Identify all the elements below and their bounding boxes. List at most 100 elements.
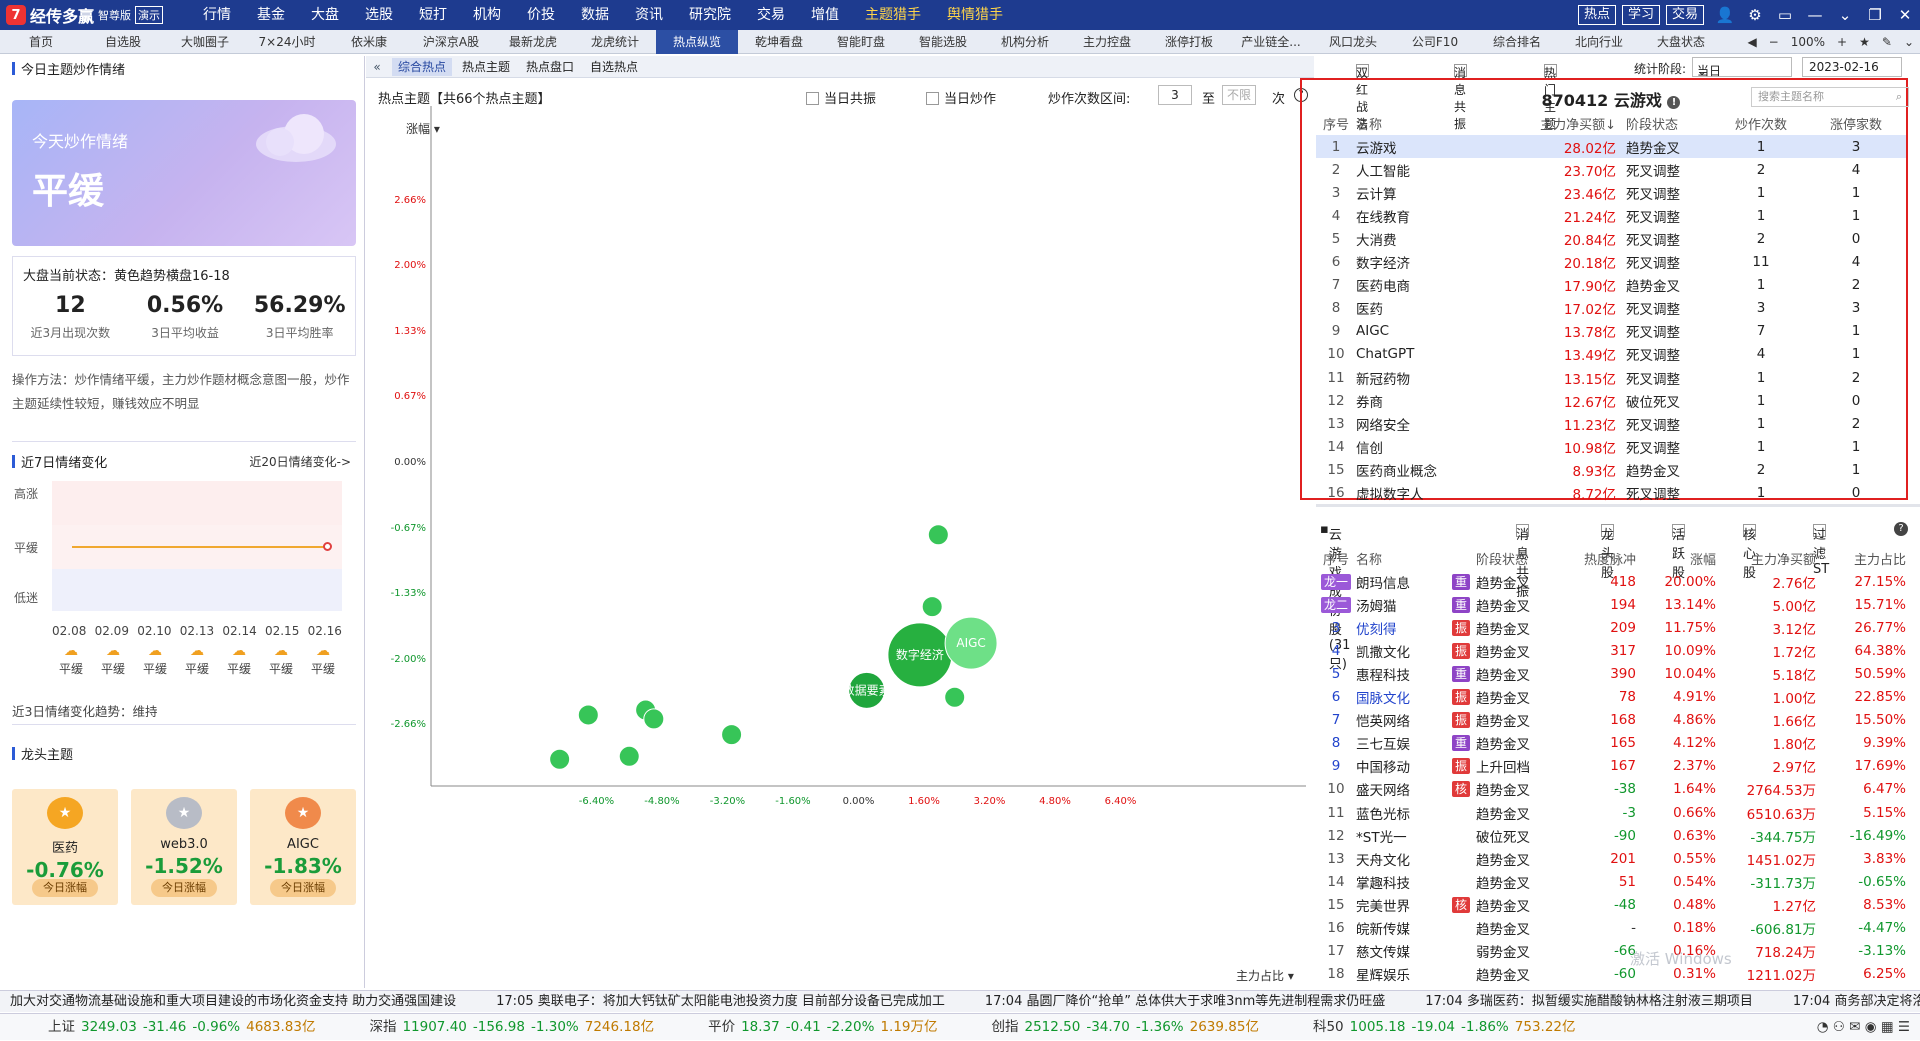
restore-icon[interactable]: ❐: [1860, 6, 1890, 24]
index-item[interactable]: 创指 2512.50 -34.70 -1.36% 2639.85亿: [944, 1014, 1265, 1040]
menu-item[interactable]: 价投: [514, 0, 568, 30]
exchange-button[interactable]: 交易: [1665, 5, 1704, 25]
stock-row[interactable]: 13 天舟文化 趋势金叉 201 0.55% 1451.02万 3.83%: [1316, 847, 1906, 870]
table-row[interactable]: 12 券商 12.67亿 破位死叉 1 0: [1316, 389, 1906, 412]
tab-item[interactable]: 热点纵览: [656, 29, 738, 54]
tab-item[interactable]: 机构分析: [984, 30, 1066, 54]
ticker-item[interactable]: 加大对交通物流基础设施和重大项目建设的市场化资金支持 助力交通强国建设: [10, 994, 456, 1009]
table-row[interactable]: 2 人工智能 23.70亿 死叉调整 2 4: [1316, 158, 1906, 181]
tab-item[interactable]: 智能盯盘: [820, 30, 902, 54]
tab-item[interactable]: 涨停打板: [1148, 30, 1230, 54]
leader-button[interactable]: 今日涨幅: [32, 879, 98, 897]
tab-item[interactable]: 最新龙虎: [492, 30, 574, 54]
ticker-item[interactable]: 17:04 商务部决定将洛克: [1793, 994, 1920, 1009]
tab-item[interactable]: 沪深京A股: [410, 30, 492, 54]
ticker-item[interactable]: 17:04 多瑞医药：拟暂缓实施醋酸钠林格注射液三期项目: [1425, 994, 1753, 1009]
layout-icon[interactable]: ▭: [1770, 6, 1800, 24]
menu-item[interactable]: 舆情猎手: [934, 0, 1016, 30]
leader-button[interactable]: 今日涨幅: [270, 879, 336, 897]
menu-item[interactable]: 基金: [244, 0, 298, 30]
table-row[interactable]: 7 医药电商 17.90亿 趋势金叉 1 2: [1316, 274, 1906, 297]
tab-item[interactable]: 北向行业: [1558, 30, 1640, 54]
minimize-icon[interactable]: —: [1800, 6, 1830, 24]
index-item[interactable]: 科50 1005.18 -19.04 -1.86% 753.22亿: [1265, 1014, 1582, 1040]
zoom-out-icon[interactable]: −: [1763, 35, 1785, 49]
tab-item[interactable]: 自选股: [82, 30, 164, 54]
stock-row[interactable]: 12 *ST光一 破位死叉 -90 0.63% -344.75万 -16.49%: [1316, 824, 1906, 847]
stock-row[interactable]: 7 恺英网络 振趋势金叉 168 4.86% 1.66亿 15.50%: [1316, 709, 1906, 732]
table-row[interactable]: 6 数字经济 20.18亿 死叉调整 11 4: [1316, 251, 1906, 274]
leader-card[interactable]: ★ web3.0 -1.52% 今日涨幅: [131, 789, 237, 905]
table-row[interactable]: 5 大消费 20.84亿 死叉调整 2 0: [1316, 227, 1906, 250]
leader-card[interactable]: ★ AIGC -1.83% 今日涨幅: [250, 789, 356, 905]
menu-item[interactable]: 大盘: [298, 0, 352, 30]
stock-row[interactable]: 4 凯撒文化 振趋势金叉 317 10.09% 1.72亿 64.38%: [1316, 639, 1906, 662]
tab-item[interactable]: 7×24小时: [246, 30, 328, 54]
close-icon[interactable]: ✕: [1890, 6, 1920, 24]
table-row[interactable]: 9 AIGC 13.78亿 死叉调整 7 1: [1316, 320, 1906, 343]
stock-row[interactable]: 6 国脉文化 振趋势金叉 78 4.91% 1.00亿 22.85%: [1316, 686, 1906, 709]
learn-button[interactable]: 学习: [1621, 5, 1660, 25]
table-header-row[interactable]: 序号 名称 阶段状态 热度脉冲 涨幅 主力净买额 主力占比: [1316, 547, 1906, 570]
table-header-row[interactable]: 序号 名称 主力净买额↓ 阶段状态 炒作次数 涨停家数: [1316, 112, 1906, 135]
tab-item[interactable]: 综合排名: [1476, 30, 1558, 54]
menu-item[interactable]: 选股: [352, 0, 406, 30]
menu-item[interactable]: 增值: [798, 0, 852, 30]
menu-item[interactable]: 行情: [190, 0, 244, 30]
table-row[interactable]: 10 ChatGPT 13.49亿 死叉调整 4 1: [1316, 343, 1906, 366]
menu-item[interactable]: 资讯: [622, 0, 676, 30]
settings-icon[interactable]: ⚙: [1740, 6, 1770, 24]
stock-row[interactable]: 18 星辉娱乐 趋势金叉 -60 0.31% 1211.02万 6.25%: [1316, 963, 1906, 986]
table-row[interactable]: 16 虚拟数字人 8.72亿 死叉调整 1 0: [1316, 482, 1906, 505]
tab-item[interactable]: 公司F10: [1394, 30, 1476, 54]
chevron-down-icon[interactable]: ⌄: [1830, 6, 1860, 24]
date-input[interactable]: 2023-02-16: [1802, 57, 1902, 77]
stock-row[interactable]: 龙二 汤姆猫 重趋势金叉 194 13.14% 5.00亿 15.71%: [1316, 593, 1906, 616]
menu-item[interactable]: 数据: [568, 0, 622, 30]
star-icon[interactable]: ★: [1853, 35, 1876, 49]
table-row[interactable]: 14 信创 10.98亿 死叉调整 1 1: [1316, 435, 1906, 458]
stock-row[interactable]: 8 三七互娱 重趋势金叉 165 4.12% 1.80亿 9.39%: [1316, 732, 1906, 755]
info-icon[interactable]: !: [1667, 96, 1681, 109]
table-row[interactable]: 4 在线教育 21.24亿 死叉调整 1 1: [1316, 204, 1906, 227]
tab-item[interactable]: 大咖圈子: [164, 30, 246, 54]
zoom-in-icon[interactable]: +: [1831, 35, 1853, 49]
table-row[interactable]: 3 云计算 23.46亿 死叉调整 1 1: [1316, 181, 1906, 204]
leader-button[interactable]: 今日涨幅: [151, 879, 217, 897]
stock-row[interactable]: 3 优刻得 振趋势金叉 209 11.75% 3.12亿 26.77%: [1316, 616, 1906, 639]
tab-item[interactable]: 产业链全...: [1230, 30, 1312, 54]
index-item[interactable]: 上证 3249.03 -31.46 -0.96% 4683.83亿: [0, 1014, 321, 1040]
tab-item[interactable]: 首页: [0, 30, 82, 54]
stock-row[interactable]: 14 掌趣科技 趋势金叉 51 0.54% -311.73万 -0.65%: [1316, 870, 1906, 893]
tab-item[interactable]: 依米康: [328, 30, 410, 54]
stage-select[interactable]: 当日 ⌄: [1692, 57, 1792, 78]
leader-card[interactable]: ★ 医药 -0.76% 今日涨幅: [12, 789, 118, 905]
menu-item[interactable]: 研究院: [676, 0, 744, 30]
hot-button[interactable]: 热点: [1577, 5, 1616, 25]
table-row[interactable]: 11 新冠药物 13.15亿 死叉调整 1 2: [1316, 366, 1906, 389]
tab-item[interactable]: 乾坤看盘: [738, 30, 820, 54]
menu-item[interactable]: 主题猎手: [852, 0, 934, 30]
stock-row[interactable]: 10 盛天网络 核趋势金叉 -38 1.64% 2764.53万 6.47%: [1316, 778, 1906, 801]
trend-more-link[interactable]: 近20日情绪变化->: [249, 453, 351, 470]
stock-row[interactable]: 16 皖新传媒 趋势金叉 - 0.18% -606.81万 -4.47%: [1316, 917, 1906, 940]
index-item[interactable]: 平价 18.37 -0.41 -2.20% 1.19万亿: [660, 1014, 943, 1040]
table-row[interactable]: 15 医药商业概念 8.93亿 趋势金叉 2 1: [1316, 458, 1906, 481]
ticker-item[interactable]: 17:04 晶圆厂降价“抢单” 总体供大于求唯3nm等先进制程需求仍旺盛: [985, 994, 1385, 1009]
eraser-icon[interactable]: ✎: [1876, 35, 1898, 49]
search-icon[interactable]: ⌕: [1896, 88, 1902, 106]
topic-search-input[interactable]: 搜索主题名称 ⌕: [1751, 87, 1909, 107]
chevron-down-icon[interactable]: ⌄: [1898, 35, 1920, 49]
stock-row[interactable]: 龙一 朗玛信息 重趋势金叉 418 20.00% 2.76亿 27.15%: [1316, 570, 1906, 593]
user-icon[interactable]: 👤: [1710, 6, 1740, 24]
arrow-left-icon[interactable]: ◀: [1741, 35, 1762, 49]
tab-item[interactable]: 大盘状态: [1640, 30, 1722, 54]
tab-item[interactable]: 智能选股: [902, 30, 984, 54]
x-axis-selector[interactable]: 主力占比 ▾: [1236, 967, 1294, 984]
table-row[interactable]: 8 医药 17.02亿 死叉调整 3 3: [1316, 297, 1906, 320]
table-row[interactable]: 13 网络安全 11.23亿 死叉调整 1 2: [1316, 412, 1906, 435]
help-icon[interactable]: ?: [1894, 522, 1908, 536]
ticker-item[interactable]: 17:05 奥联电子：将加大钙钛矿太阳能电池投资力度 目前部分设备已完成加工: [496, 994, 945, 1009]
index-item[interactable]: 深指 11907.40 -156.98 -1.30% 7246.18亿: [321, 1014, 660, 1040]
tab-item[interactable]: 龙虎统计: [574, 30, 656, 54]
